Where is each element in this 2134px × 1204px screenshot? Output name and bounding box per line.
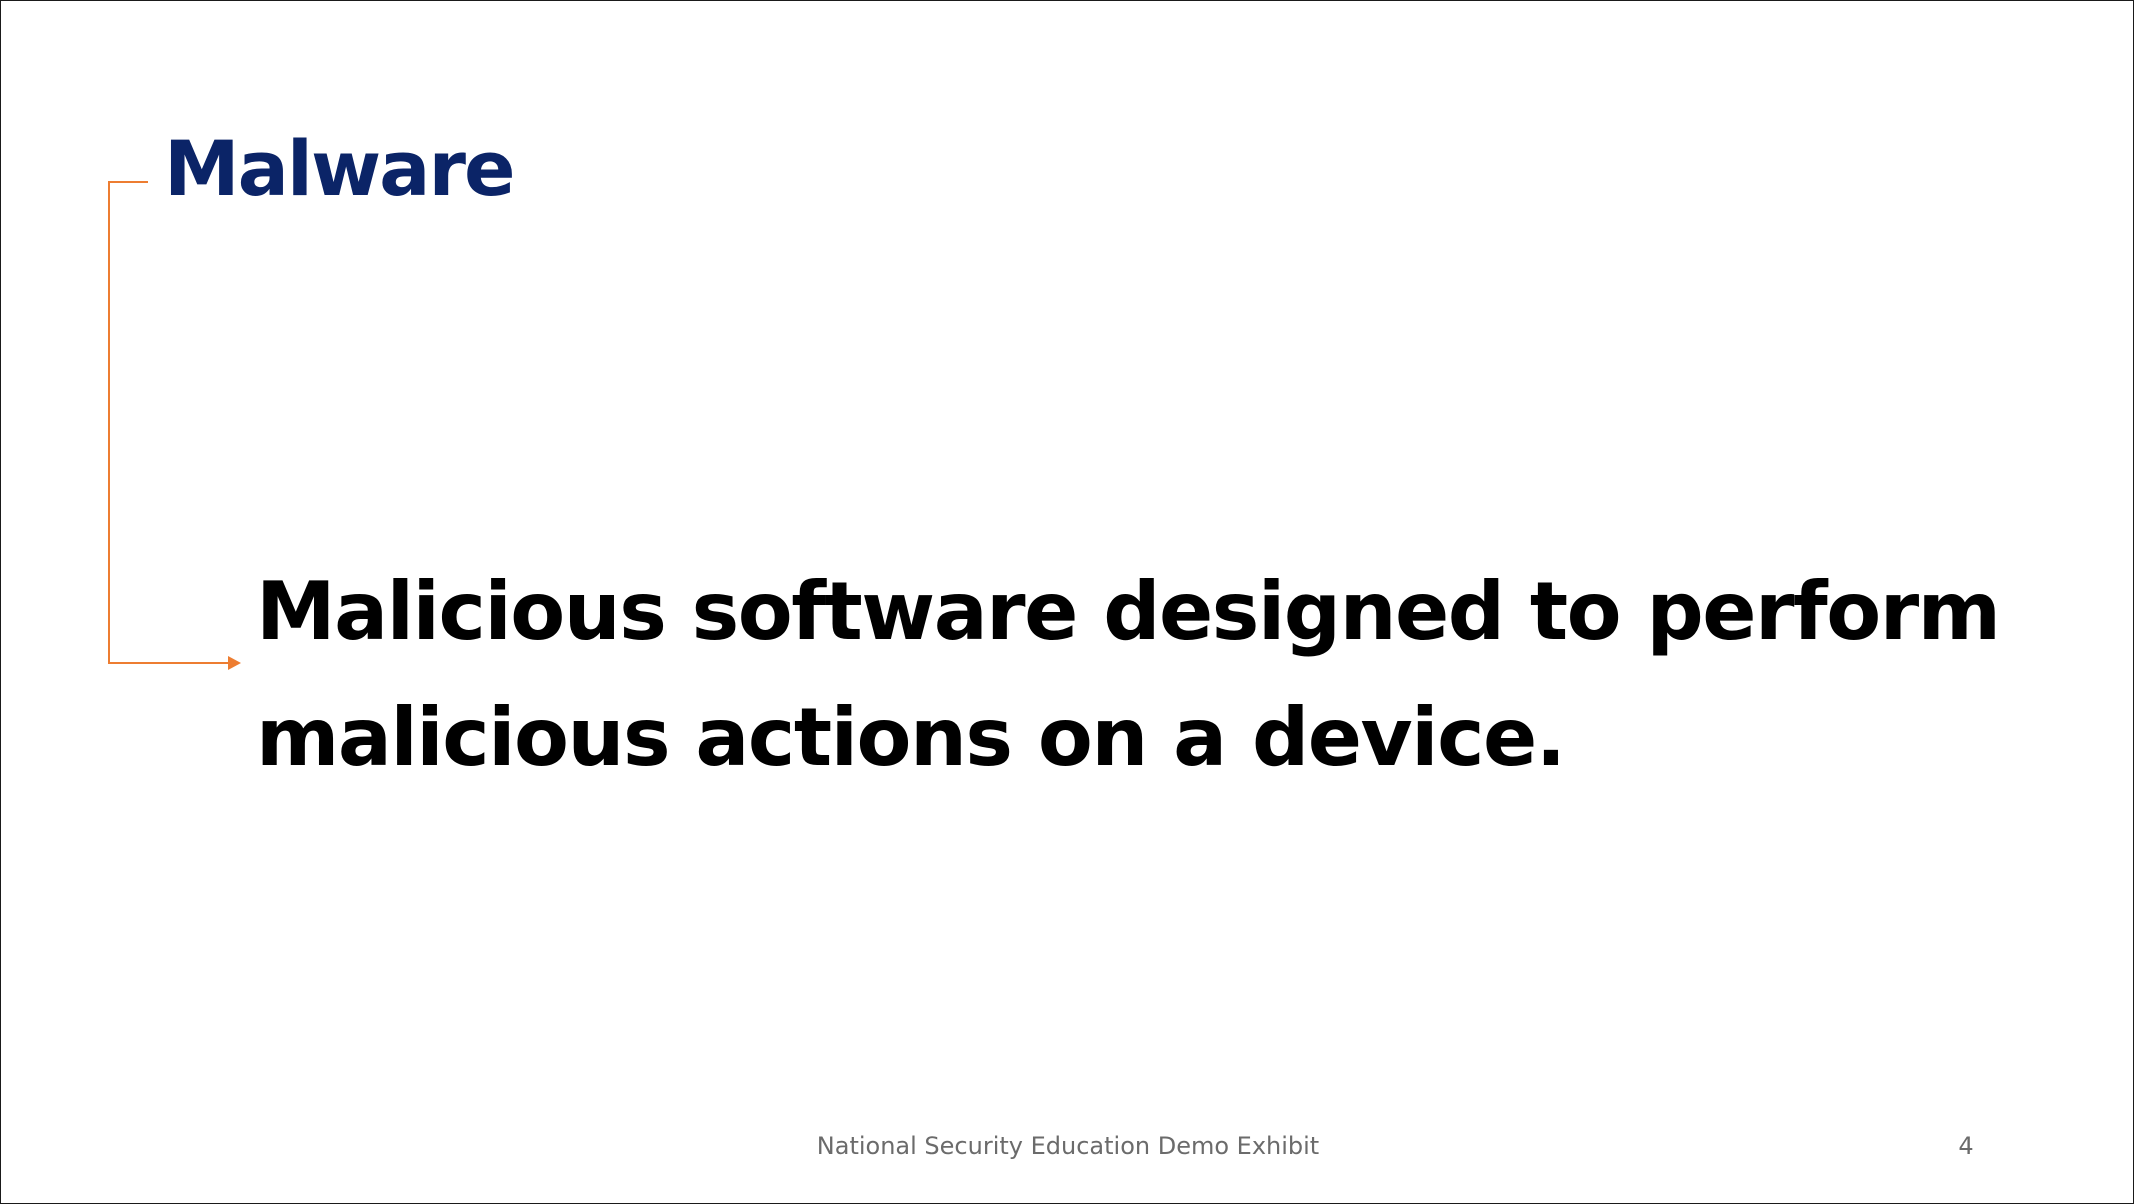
definition-text: Malicious software designed to perform m… bbox=[256, 565, 2001, 784]
slide: Malware Malicious software designed to p… bbox=[0, 0, 2134, 1204]
page-number: 4 bbox=[1958, 1132, 1974, 1160]
footer-text: National Security Education Demo Exhibit bbox=[816, 1132, 1320, 1160]
slide-title: Malware bbox=[164, 124, 515, 213]
